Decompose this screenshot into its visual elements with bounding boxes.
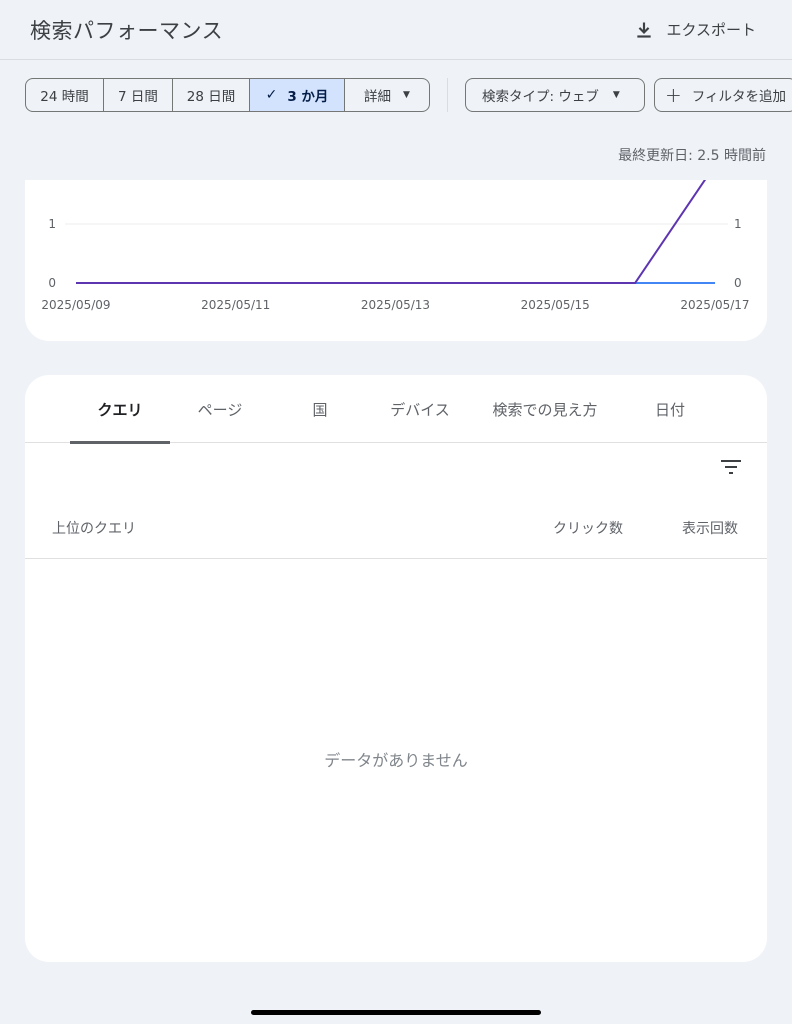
x-tick-label: 2025/05/11 — [201, 298, 270, 312]
x-tick-label: 2025/05/13 — [361, 298, 430, 312]
search-type-filter[interactable]: 検索タイプ: ウェブ ▼ — [465, 78, 645, 112]
column-header-clicks[interactable]: クリック数 — [553, 518, 623, 538]
export-button[interactable]: エクスポート — [634, 19, 756, 40]
tab-page[interactable]: ページ — [170, 375, 270, 443]
page-title: 検索パフォーマンス — [30, 18, 224, 43]
tab-bar: クエリ ページ 国 デバイス 検索での見え方 日付 — [25, 375, 767, 444]
check-icon: ✓ — [265, 87, 278, 103]
date-option-3m[interactable]: ✓ 3 か月 — [250, 79, 345, 111]
caret-down-icon: ▼ — [612, 90, 620, 100]
home-indicator — [251, 1010, 541, 1015]
x-tick-label: 2025/05/17 — [680, 298, 749, 312]
date-option-28d[interactable]: 28 日間 — [173, 79, 250, 111]
plus-icon: + — [665, 83, 682, 107]
performance-chart: 0 1 0 1 2025/05/09 2025/05/11 2025/05/13 2025/0… — [25, 180, 767, 341]
date-option-label: 28 日間 — [186, 89, 236, 105]
column-header-impressions[interactable]: 表示回数 — [682, 518, 738, 538]
last-updated: 最終更新日: 2.5 時間前 — [618, 148, 766, 164]
y-tick-left: 1 — [48, 217, 56, 231]
filter-icon[interactable] — [720, 458, 742, 476]
tab-label: ページ — [197, 400, 243, 419]
date-option-label: 詳細 — [364, 89, 392, 105]
download-icon — [637, 22, 652, 38]
tab-date[interactable]: 日付 — [620, 375, 720, 443]
header-divider — [25, 558, 767, 559]
tab-device[interactable]: デバイス — [370, 375, 470, 443]
x-tick-label: 2025/05/15 — [521, 298, 590, 312]
caret-down-icon: ▼ — [403, 90, 410, 100]
tab-label: 検索での見え方 — [492, 400, 598, 419]
date-option-7d[interactable]: 7 日間 — [104, 79, 173, 111]
divider — [447, 78, 448, 112]
date-option-label: 3 か月 — [287, 89, 329, 105]
date-option-custom[interactable]: 詳細 ▼ — [345, 79, 429, 111]
tab-label: クエリ — [97, 400, 143, 419]
export-label: エクスポート — [666, 21, 756, 39]
data-table-card: クエリ ページ 国 デバイス 検索での見え方 日付 上位のクエリ クリック数 表… — [25, 375, 767, 962]
filter-row: 24 時間 7 日間 28 日間 ✓ 3 か月 詳細 ▼ 検索タイプ: ウェブ … — [25, 78, 792, 112]
y-tick-left: 0 — [48, 276, 56, 290]
series-line-1 — [76, 180, 707, 284]
y-tick-right: 1 — [734, 217, 742, 231]
add-filter-button[interactable]: + フィルタを追加 — [654, 78, 792, 112]
date-option-label: 24 時間 — [40, 89, 89, 105]
date-option-24h[interactable]: 24 時間 — [26, 79, 104, 111]
chart-svg: 0 1 0 1 2025/05/09 2025/05/11 2025/05/13 2025/0… — [41, 180, 750, 312]
tab-label: 日付 — [654, 400, 685, 419]
tab-search-appearance[interactable]: 検索での見え方 — [470, 375, 620, 443]
tab-country[interactable]: 国 — [270, 375, 370, 443]
date-option-label: 7 日間 — [118, 89, 158, 105]
column-header-query[interactable]: 上位のクエリ — [52, 518, 136, 538]
date-range-selector: 24 時間 7 日間 28 日間 ✓ 3 か月 詳細 ▼ — [25, 78, 430, 112]
search-type-label: 検索タイプ: ウェブ — [482, 89, 599, 105]
top-bar: 検索パフォーマンス エクスポート — [0, 0, 792, 60]
add-filter-label: フィルタを追加 — [691, 89, 786, 105]
x-tick-label: 2025/05/09 — [41, 298, 110, 312]
tab-query[interactable]: クエリ — [70, 375, 170, 444]
tab-label: 国 — [312, 400, 328, 419]
empty-state-message: データがありません — [324, 751, 468, 770]
y-tick-right: 0 — [734, 276, 742, 290]
tab-label: デバイス — [390, 400, 450, 419]
